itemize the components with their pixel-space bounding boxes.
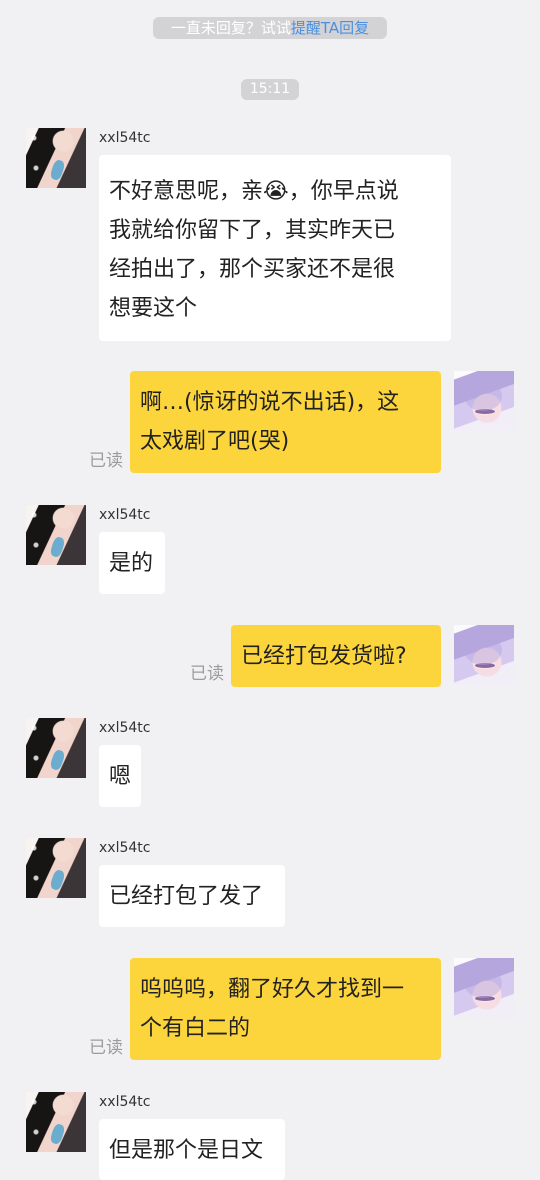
message-line: 啊…(惊讶的说不出话)，这 (140, 390, 400, 415)
sender-name: xxl54tc (99, 130, 151, 146)
message-line: 个有白二的 (140, 1016, 251, 1041)
message-line: 想要这个 (109, 296, 198, 321)
message-line: 但是那个是日文 (109, 1138, 264, 1163)
read-status: 已读 (89, 451, 123, 471)
message-line: 嗯 (109, 764, 132, 789)
timestamp-badge: 15:11 (241, 79, 299, 100)
message-bubble-incoming[interactable]: 已经打包了发了 (99, 865, 285, 927)
reply-reminder-notice: 一直未回复？试试提醒TA回复 (153, 17, 387, 39)
sender-name: xxl54tc (99, 720, 151, 736)
message-bubble-incoming[interactable]: 不好意思呢，亲😭，你早点说 我就给你留下了，其实昨天已 经拍出了，那个买家还不是… (99, 155, 451, 341)
contact-avatar[interactable] (26, 128, 86, 188)
message-bubble-incoming[interactable]: 但是那个是日文 (99, 1119, 285, 1180)
reply-reminder-text: 一直未回复？试试 (170, 19, 291, 37)
remind-reply-link[interactable]: 提醒TA回复 (291, 19, 369, 37)
message-bubble-outgoing[interactable]: 呜呜呜，翻了好久才找到一 个有白二的 (130, 958, 441, 1060)
message-line: 已经打包了发了 (109, 884, 264, 909)
my-avatar[interactable] (454, 625, 514, 685)
contact-avatar[interactable] (26, 1092, 86, 1152)
sender-name: xxl54tc (99, 507, 151, 523)
read-status: 已读 (190, 664, 224, 684)
sender-name: xxl54tc (99, 1094, 151, 1110)
message-bubble-outgoing[interactable]: 啊…(惊讶的说不出话)，这 太戏剧了吧(哭) (130, 371, 441, 473)
message-bubble-incoming[interactable]: 嗯 (99, 745, 141, 807)
message-line: 呜呜呜，翻了好久才找到一 (140, 977, 405, 1002)
message-line: 已经打包发货啦? (241, 644, 407, 669)
message-line: 我就给你留下了，其实昨天已 (109, 218, 396, 243)
contact-avatar[interactable] (26, 838, 86, 898)
contact-avatar[interactable] (26, 505, 86, 565)
sender-name: xxl54tc (99, 840, 151, 856)
contact-avatar[interactable] (26, 718, 86, 778)
message-line: 是的 (109, 551, 154, 576)
my-avatar[interactable] (454, 371, 514, 431)
read-status: 已读 (89, 1038, 123, 1058)
message-line: 不好意思呢，亲😭，你早点说 (109, 179, 399, 204)
message-line: 经拍出了，那个买家还不是很 (109, 257, 396, 282)
message-line: 太戏剧了吧(哭) (140, 429, 290, 454)
my-avatar[interactable] (454, 958, 514, 1018)
message-bubble-incoming[interactable]: 是的 (99, 532, 165, 594)
message-bubble-outgoing[interactable]: 已经打包发货啦? (231, 625, 441, 687)
